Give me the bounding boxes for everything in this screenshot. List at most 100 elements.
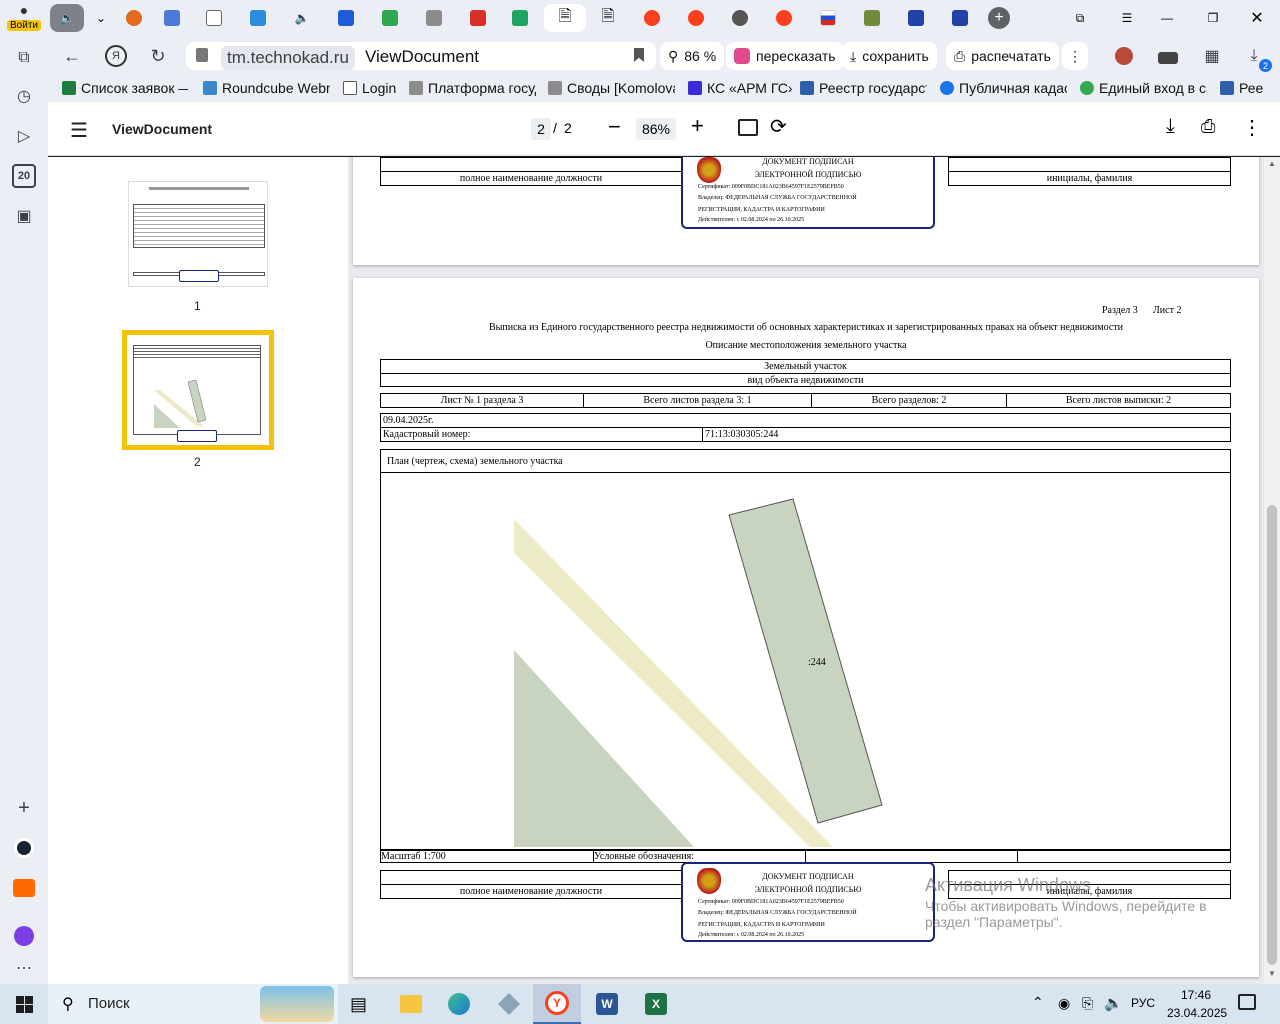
pdf-viewer[interactable]: полное наименование должности инициалы, … bbox=[348, 157, 1264, 984]
tab-18[interactable] bbox=[855, 4, 889, 32]
video-icon[interactable]: ▷ bbox=[12, 124, 36, 148]
mail-icon[interactable] bbox=[12, 876, 36, 900]
new-tab-button[interactable]: + bbox=[982, 4, 1016, 32]
downloads-button[interactable]: ⤓ 2 bbox=[1242, 44, 1272, 72]
print-button[interactable]: ⎙ распечатать bbox=[946, 42, 1059, 70]
scroll-down-icon[interactable]: ▼ bbox=[1268, 969, 1276, 978]
collections-icon[interactable]: ⧉ bbox=[12, 46, 36, 70]
tab-19[interactable] bbox=[899, 4, 933, 32]
thumbnail-page-1[interactable] bbox=[128, 181, 268, 287]
tab-14[interactable] bbox=[679, 4, 713, 32]
scroll-thumb[interactable] bbox=[1267, 505, 1277, 965]
extension-icon bbox=[1158, 52, 1178, 64]
yandex-button[interactable]: Я bbox=[104, 44, 128, 68]
reload-button[interactable]: ↻ bbox=[146, 44, 170, 68]
tab-7[interactable] bbox=[373, 4, 407, 32]
zoom-input[interactable]: 86% bbox=[636, 118, 676, 140]
extension-3[interactable]: ▦ bbox=[1200, 44, 1224, 68]
scroll-up-icon[interactable]: ▲ bbox=[1268, 159, 1276, 168]
tab-16[interactable] bbox=[767, 4, 801, 32]
hamburger-menu-icon[interactable]: ☰ bbox=[70, 118, 88, 143]
yandex-browser-taskbar-icon[interactable]: Y bbox=[533, 984, 581, 1024]
screenshot-icon[interactable]: ▣ bbox=[12, 204, 36, 228]
more-actions-button[interactable]: ⋮ bbox=[1062, 42, 1088, 70]
bookmark-6[interactable]: Реестр государст bbox=[800, 78, 927, 98]
bookmark-7[interactable]: Публичная кадаст bbox=[940, 78, 1067, 98]
zoom-in-button[interactable]: + bbox=[691, 113, 704, 139]
menu-button[interactable]: ☰ bbox=[1110, 4, 1144, 32]
bookmark-1[interactable]: Roundcube Webm bbox=[203, 78, 330, 98]
bookmark-3[interactable]: Платформа госуд bbox=[409, 78, 536, 98]
tab-9[interactable] bbox=[461, 4, 495, 32]
zoom-indicator[interactable]: ⚲ 86 % bbox=[660, 42, 725, 70]
login-button[interactable]: ● Войти bbox=[4, 2, 44, 34]
edge-icon[interactable] bbox=[448, 993, 470, 1015]
tab-3[interactable] bbox=[197, 4, 231, 32]
clock-date[interactable]: 23.04.2025 bbox=[1167, 1006, 1227, 1020]
zoom-out-button[interactable]: − bbox=[608, 114, 621, 140]
extension-2[interactable] bbox=[1156, 46, 1180, 70]
tab-manager-button[interactable]: ⧉ bbox=[1063, 4, 1097, 32]
bookmark-8[interactable]: Единый вход в си bbox=[1080, 78, 1207, 98]
more-vertical-icon[interactable]: ⋮ bbox=[1242, 115, 1262, 140]
tab-1[interactable] bbox=[117, 4, 151, 32]
fit-page-button[interactable] bbox=[738, 119, 758, 136]
printer-icon: ⎙ bbox=[954, 47, 966, 64]
download-icon[interactable]: ⤓ bbox=[1166, 115, 1175, 138]
start-button[interactable] bbox=[16, 996, 33, 1013]
tab-active-viewdocument[interactable]: 🗎 bbox=[544, 4, 586, 32]
tab-5[interactable]: 🔈 bbox=[285, 4, 319, 32]
tab-10[interactable] bbox=[503, 4, 537, 32]
assistant-icon[interactable] bbox=[12, 924, 36, 948]
watermark-text: Чтобы активировать Windows, перейдите в bbox=[925, 898, 1207, 914]
tray-chevron-icon[interactable]: ⌃ bbox=[1032, 994, 1044, 1011]
clock-time[interactable]: 17:46 bbox=[1181, 988, 1211, 1002]
task-view-icon[interactable]: ▤ bbox=[350, 994, 367, 1015]
back-button[interactable]: ← bbox=[60, 44, 84, 68]
tab-2[interactable] bbox=[155, 4, 189, 32]
tab-12[interactable]: 🗎 bbox=[591, 4, 625, 32]
alice-icon[interactable] bbox=[12, 836, 36, 860]
bookmark-2[interactable]: Login bbox=[343, 78, 398, 98]
bookmark-0[interactable]: Список заявок — bbox=[62, 78, 188, 98]
retell-button[interactable]: пересказать bbox=[726, 42, 844, 70]
printer-icon[interactable]: ⎙ bbox=[1201, 116, 1215, 137]
rotate-icon[interactable]: ⟳ bbox=[770, 114, 787, 139]
tab-17[interactable] bbox=[811, 4, 845, 32]
extension-1[interactable] bbox=[1112, 44, 1136, 68]
tab-20[interactable] bbox=[943, 4, 977, 32]
close-window-button[interactable]: ✕ bbox=[1240, 4, 1274, 32]
bookmark-5[interactable]: КС «АРМ ГС» bbox=[688, 78, 792, 98]
notifications-icon[interactable] bbox=[1238, 994, 1256, 1010]
viewer-scrollbar[interactable]: ▲ ▼ bbox=[1264, 157, 1280, 984]
cadastral-label: Кадастровый номер: bbox=[383, 429, 471, 440]
thumbnail-page-2[interactable] bbox=[122, 330, 274, 450]
network-icon[interactable]: ⎘ bbox=[1082, 995, 1093, 1012]
badge-20-icon[interactable]: 20 bbox=[12, 164, 36, 188]
taskbar-search[interactable]: ⚲ Поиск bbox=[48, 984, 338, 1024]
more-icon[interactable]: ⋯ bbox=[12, 956, 36, 980]
tab-6[interactable] bbox=[329, 4, 363, 32]
app-icon[interactable] bbox=[498, 993, 520, 1015]
tab-15[interactable] bbox=[723, 4, 757, 32]
omnibox[interactable]: tm.technokad.ru ViewDocument bbox=[186, 42, 656, 70]
add-panel-icon[interactable]: + bbox=[12, 796, 36, 820]
tab-8[interactable] bbox=[417, 4, 451, 32]
bookmark-4[interactable]: Своды [Komolova bbox=[548, 78, 675, 98]
bookmark-9[interactable]: Рее bbox=[1220, 78, 1280, 98]
save-button[interactable]: ⤓ сохранить bbox=[842, 42, 937, 70]
page-number-input[interactable]: 2 bbox=[531, 118, 551, 140]
volume-icon[interactable]: 🔈 bbox=[1104, 994, 1123, 1012]
minimize-button[interactable]: — bbox=[1150, 4, 1184, 32]
tab-audio[interactable]: 🔈 bbox=[50, 4, 84, 32]
tab-4[interactable] bbox=[241, 4, 275, 32]
restore-button[interactable]: ❐ bbox=[1196, 4, 1230, 32]
tab-13[interactable] bbox=[635, 4, 669, 32]
language-indicator[interactable]: РУС bbox=[1131, 996, 1155, 1010]
tray-app-icon[interactable]: ◉ bbox=[1058, 995, 1070, 1012]
history-icon[interactable]: ◷ bbox=[12, 84, 36, 108]
file-explorer-icon[interactable] bbox=[400, 995, 422, 1013]
word-icon[interactable]: W bbox=[596, 993, 618, 1015]
excel-icon[interactable]: X bbox=[645, 993, 667, 1015]
tab-dropdown[interactable]: ⌄ bbox=[84, 4, 118, 32]
